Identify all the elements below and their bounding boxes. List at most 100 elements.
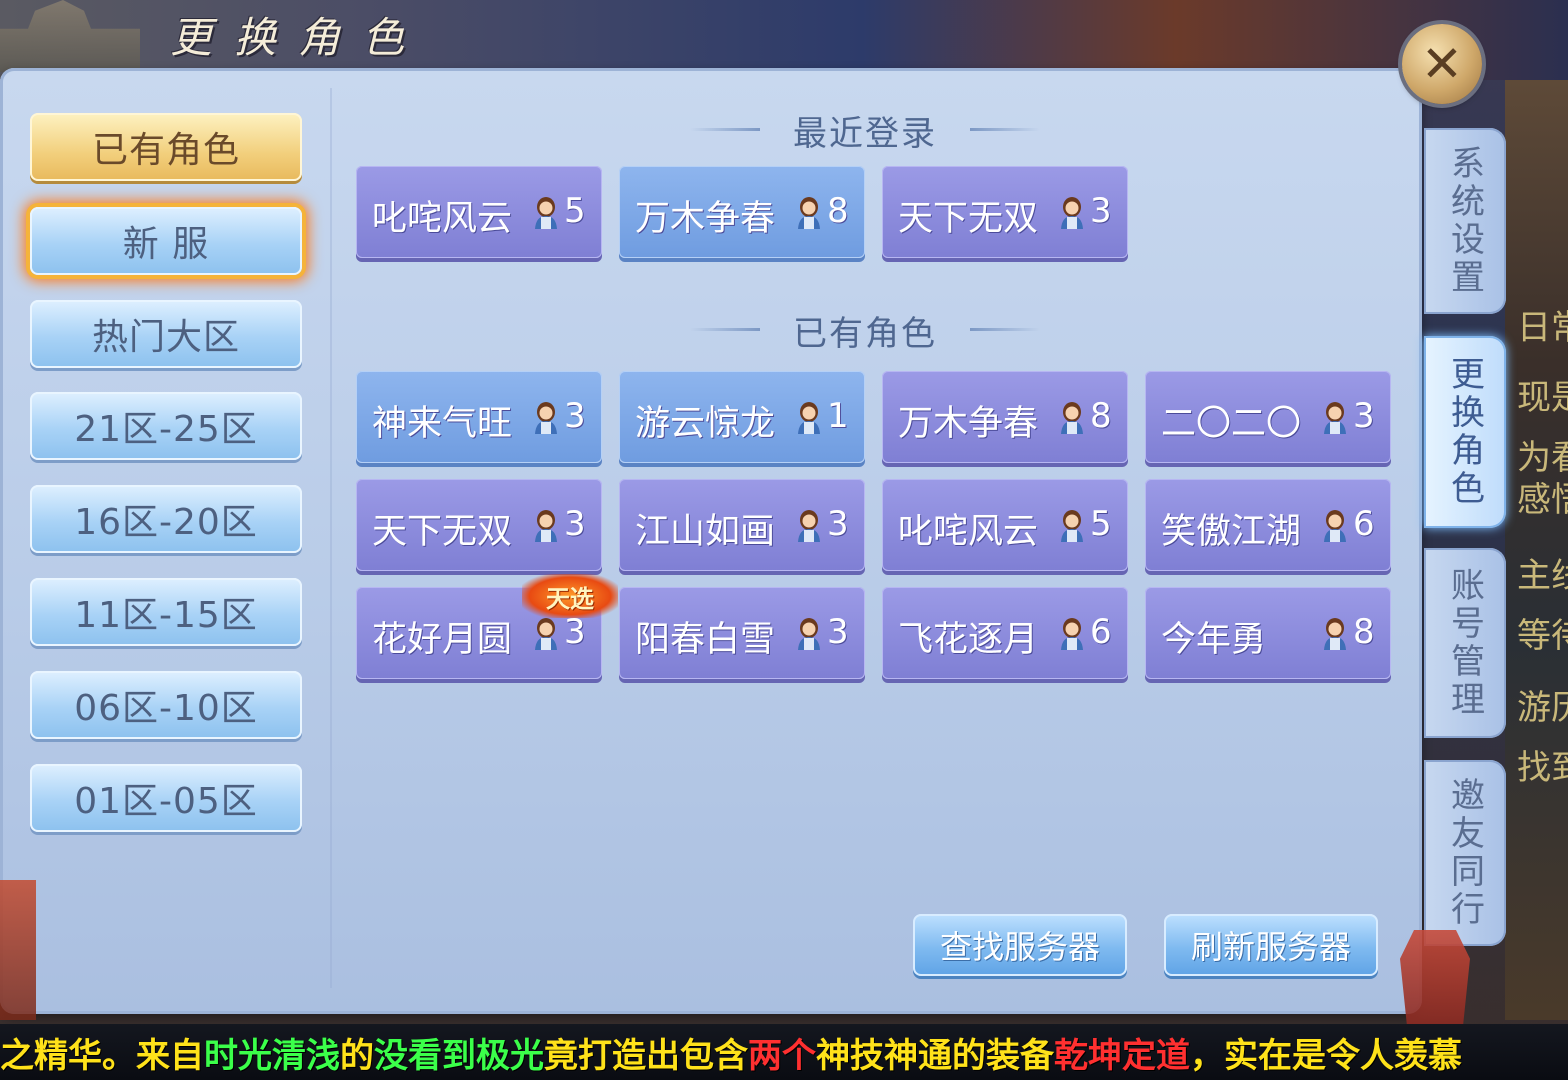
side-text: 日常 xyxy=(1517,308,1568,348)
menu-label: 21区-25区 xyxy=(74,409,258,450)
menu-label: 热门大区 xyxy=(91,317,240,358)
server-name: 笑傲江湖 xyxy=(1161,512,1302,552)
role-count: 8 xyxy=(827,191,849,231)
role-avatar-icon xyxy=(1321,616,1349,650)
server-button[interactable]: 天下无双 3 xyxy=(356,479,602,571)
menu-label: 01区-05区 xyxy=(74,781,258,822)
role-avatar-icon xyxy=(1321,508,1349,542)
find-server-button[interactable]: 查找服务器 xyxy=(913,914,1127,976)
server-name: 二〇二〇 xyxy=(1161,404,1302,444)
tab-invite-friends[interactable]: 邀友同行 xyxy=(1424,760,1506,946)
server-name: 天下无双 xyxy=(372,512,513,552)
role-count: 3 xyxy=(564,504,586,544)
background-side-panel: 日常 现是 为看 感悟 主线 等待 游历 找到 xyxy=(1505,80,1568,1020)
role-count: 5 xyxy=(1090,504,1112,544)
role-count: 1 xyxy=(827,396,849,436)
ticker-segment: 神技神通的装备 xyxy=(816,1035,1054,1076)
heading-text: 已有角色 xyxy=(793,314,937,354)
server-button[interactable]: 二〇二〇 3 xyxy=(1145,371,1391,463)
server-button[interactable]: 万木争春 8 xyxy=(619,166,865,258)
server-button[interactable]: 飞花逐月 6 xyxy=(882,587,1128,679)
server-button[interactable]: 阳春白雪 3 xyxy=(619,587,865,679)
menu-zone-16-20[interactable]: 16区-20区 xyxy=(30,485,302,553)
tianxuan-badge: 天选 xyxy=(522,574,618,618)
server-button[interactable]: 今年勇 8 xyxy=(1145,587,1391,679)
heading-ornament xyxy=(690,328,760,331)
role-avatar-icon xyxy=(1058,195,1086,229)
menu-hot-zone[interactable]: 热门大区 xyxy=(30,300,302,368)
server-button[interactable]: 江山如画 3 xyxy=(619,479,865,571)
role-avatar-icon xyxy=(795,508,823,542)
server-name: 飞花逐月 xyxy=(898,620,1039,660)
refresh-server-button[interactable]: 刷新服务器 xyxy=(1164,914,1378,976)
role-count: 3 xyxy=(1090,191,1112,231)
menu-zone-06-10[interactable]: 06区-10区 xyxy=(30,671,302,739)
role-avatar-icon xyxy=(532,195,560,229)
server-name: 游云惊龙 xyxy=(635,404,776,444)
menu-zone-21-25[interactable]: 21区-25区 xyxy=(30,392,302,460)
tab-label: 邀友同行 xyxy=(1444,777,1485,929)
close-button[interactable]: ✕ xyxy=(1402,24,1482,104)
role-count: 8 xyxy=(1090,396,1112,436)
server-name: 叱咤风云 xyxy=(898,512,1039,552)
menu-zone-01-05[interactable]: 01区-05区 xyxy=(30,764,302,832)
menu-label: 已有角色 xyxy=(91,130,240,171)
role-count: 3 xyxy=(827,612,849,652)
role-avatar-icon xyxy=(1321,400,1349,434)
page-title: 更换角色 xyxy=(170,12,427,62)
server-button[interactable]: 天下无双 3 xyxy=(882,166,1128,258)
side-text: 现是 xyxy=(1517,378,1568,418)
server-button[interactable]: 笑傲江湖 6 xyxy=(1145,479,1391,571)
menu-new-server[interactable]: 新 服 xyxy=(30,207,302,275)
server-name: 阳春白雪 xyxy=(635,620,776,660)
recent-login-heading: 最近登录 xyxy=(690,106,1040,155)
server-name: 花好月圆 xyxy=(372,620,513,660)
menu-zone-11-15[interactable]: 11区-15区 xyxy=(30,578,302,646)
ticker-segment: 竟打造出包含 xyxy=(544,1035,748,1076)
server-button[interactable]: 游云惊龙 1 xyxy=(619,371,865,463)
lantern-decoration xyxy=(1400,930,1470,1026)
server-name: 神来气旺 xyxy=(372,404,513,444)
tab-label: 更换角色 xyxy=(1444,356,1485,508)
ticker-segment: 没看到极光 xyxy=(374,1035,544,1076)
role-avatar-icon xyxy=(1058,508,1086,542)
heading-ornament xyxy=(970,128,1040,131)
server-button[interactable]: 叱咤风云 5 xyxy=(356,166,602,258)
server-name: 江山如画 xyxy=(635,512,776,552)
role-avatar-icon xyxy=(795,195,823,229)
ticker-segment: 时光清浅 xyxy=(204,1035,340,1076)
side-text: 感悟 xyxy=(1517,480,1568,520)
menu-label: 新 服 xyxy=(122,224,210,265)
role-count: 5 xyxy=(564,191,586,231)
server-name: 万木争春 xyxy=(898,404,1039,444)
side-text: 等待 xyxy=(1517,616,1568,656)
menu-label: 06区-10区 xyxy=(74,688,258,729)
side-text: 主线 xyxy=(1517,556,1568,596)
role-avatar-icon xyxy=(795,616,823,650)
role-count: 3 xyxy=(564,612,586,652)
ticker-segment: ，实在是令人羡慕 xyxy=(1190,1035,1462,1076)
broadcast-ticker: 之精华。来自 时光清浅的没看到极光 竟打造出包含 两个 神技神通的装备 乾坤定道 ，实在是令… xyxy=(0,1024,1568,1080)
ticker-segment: 乾坤定道 xyxy=(1054,1035,1190,1076)
tab-change-role[interactable]: 更换角色 xyxy=(1424,336,1506,528)
role-avatar-icon xyxy=(1058,616,1086,650)
tab-label: 账号管理 xyxy=(1444,567,1485,719)
role-avatar-icon xyxy=(532,616,560,650)
role-count: 3 xyxy=(1353,396,1375,436)
ticker-segment: 两个 xyxy=(748,1035,816,1076)
tab-system-settings[interactable]: 系统设置 xyxy=(1424,128,1506,314)
server-button[interactable]: 神来气旺 3 xyxy=(356,371,602,463)
side-text: 找到 xyxy=(1517,748,1568,788)
menu-label: 11区-15区 xyxy=(74,595,258,636)
heading-ornament xyxy=(690,128,760,131)
server-button[interactable]: 叱咤风云 5 xyxy=(882,479,1128,571)
side-text: 游历 xyxy=(1517,688,1568,728)
menu-existing-roles[interactable]: 已有角色 xyxy=(30,113,302,181)
tab-account-management[interactable]: 账号管理 xyxy=(1424,548,1506,738)
menu-label: 16区-20区 xyxy=(74,502,258,543)
close-icon: ✕ xyxy=(1421,35,1463,93)
existing-roles-heading: 已有角色 xyxy=(690,306,1040,355)
server-button[interactable]: 万木争春 8 xyxy=(882,371,1128,463)
role-count: 6 xyxy=(1353,504,1375,544)
role-avatar-icon xyxy=(795,400,823,434)
